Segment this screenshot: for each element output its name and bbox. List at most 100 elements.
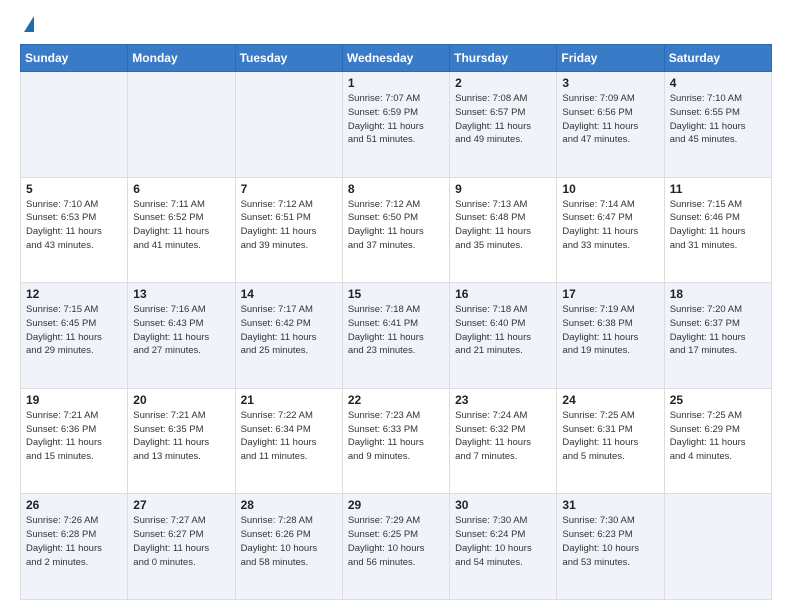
calendar-day-cell: 1Sunrise: 7:07 AM Sunset: 6:59 PM Daylig… (342, 72, 449, 178)
day-info: Sunrise: 7:21 AM Sunset: 6:35 PM Dayligh… (133, 409, 229, 464)
day-info: Sunrise: 7:09 AM Sunset: 6:56 PM Dayligh… (562, 92, 658, 147)
day-number: 9 (455, 182, 551, 196)
calendar-day-cell: 3 Sunrise: 7:09 AM Sunset: 6:56 PM Daylig… (557, 72, 664, 178)
calendar-day-cell: 23 Sunrise: 7:24 AM Sunset: 6:32 PM Dayli… (450, 388, 557, 494)
calendar-day-cell: 16Sunrise: 7:18 AM Sunset: 6:40 PM Dayli… (450, 283, 557, 389)
day-info: Sunrise: 7:25 AM Sunset: 6:29 PM Dayligh… (670, 409, 766, 464)
calendar-header-row: SundayMondayTuesdayWednesdayThursdayFrid… (21, 45, 772, 72)
calendar-week-row: 19Sunrise: 7:21 AM Sunset: 6:36 PM Dayli… (21, 388, 772, 494)
weekday-header-tuesday: Tuesday (235, 45, 342, 72)
day-info: Sunrise: 7:29 AM Sunset: 6:25 PM Dayligh… (348, 514, 444, 569)
day-number: 19 (26, 393, 122, 407)
calendar-table: SundayMondayTuesdayWednesdayThursdayFrid… (20, 44, 772, 600)
calendar-day-cell: 30 Sunrise: 7:30 AM Sunset: 6:24 PM Dayli… (450, 494, 557, 600)
day-info: Sunrise: 7:15 AM Sunset: 6:45 PM Dayligh… (26, 303, 122, 358)
calendar-day-cell: 7 Sunrise: 7:12 AM Sunset: 6:51 PM Daylig… (235, 177, 342, 283)
day-info: Sunrise: 7:30 AM Sunset: 6:24 PM Dayligh… (455, 514, 551, 569)
calendar-day-cell: 13Sunrise: 7:16 AM Sunset: 6:43 PM Dayli… (128, 283, 235, 389)
day-number: 20 (133, 393, 229, 407)
day-info: Sunrise: 7:15 AM Sunset: 6:46 PM Dayligh… (670, 198, 766, 253)
calendar-day-cell (21, 72, 128, 178)
calendar-week-row: 12 Sunrise: 7:15 AM Sunset: 6:45 PM Dayli… (21, 283, 772, 389)
day-number: 28 (241, 498, 337, 512)
day-number: 15 (348, 287, 444, 301)
day-number: 6 (133, 182, 229, 196)
day-info: Sunrise: 7:14 AM Sunset: 6:47 PM Dayligh… (562, 198, 658, 253)
day-info: Sunrise: 7:24 AM Sunset: 6:32 PM Dayligh… (455, 409, 551, 464)
day-number: 17 (562, 287, 658, 301)
weekday-header-saturday: Saturday (664, 45, 771, 72)
day-info: Sunrise: 7:12 AM Sunset: 6:50 PM Dayligh… (348, 198, 444, 253)
weekday-header-sunday: Sunday (21, 45, 128, 72)
day-info: Sunrise: 7:30 AM Sunset: 6:23 PM Dayligh… (562, 514, 658, 569)
day-number: 12 (26, 287, 122, 301)
calendar-day-cell: 5 Sunrise: 7:10 AM Sunset: 6:53 PM Daylig… (21, 177, 128, 283)
day-info: Sunrise: 7:08 AM Sunset: 6:57 PM Dayligh… (455, 92, 551, 147)
day-number: 25 (670, 393, 766, 407)
logo-triangle-icon (24, 16, 34, 32)
day-info: Sunrise: 7:18 AM Sunset: 6:41 PM Dayligh… (348, 303, 444, 358)
calendar-day-cell: 18 Sunrise: 7:20 AM Sunset: 6:37 PM Dayli… (664, 283, 771, 389)
day-info: Sunrise: 7:27 AM Sunset: 6:27 PM Dayligh… (133, 514, 229, 569)
calendar-day-cell: 19Sunrise: 7:21 AM Sunset: 6:36 PM Dayli… (21, 388, 128, 494)
day-info: Sunrise: 7:20 AM Sunset: 6:37 PM Dayligh… (670, 303, 766, 358)
day-number: 18 (670, 287, 766, 301)
calendar-day-cell: 17 Sunrise: 7:19 AM Sunset: 6:38 PM Dayli… (557, 283, 664, 389)
day-number: 8 (348, 182, 444, 196)
day-number: 5 (26, 182, 122, 196)
day-info: Sunrise: 7:12 AM Sunset: 6:51 PM Dayligh… (241, 198, 337, 253)
weekday-header-friday: Friday (557, 45, 664, 72)
day-number: 21 (241, 393, 337, 407)
day-number: 27 (133, 498, 229, 512)
weekday-header-monday: Monday (128, 45, 235, 72)
page-header (20, 16, 772, 34)
calendar-week-row: 26Sunrise: 7:26 AM Sunset: 6:28 PM Dayli… (21, 494, 772, 600)
calendar-week-row: 5 Sunrise: 7:10 AM Sunset: 6:53 PM Daylig… (21, 177, 772, 283)
calendar-day-cell: 12 Sunrise: 7:15 AM Sunset: 6:45 PM Dayli… (21, 283, 128, 389)
calendar-day-cell: 29Sunrise: 7:29 AM Sunset: 6:25 PM Dayli… (342, 494, 449, 600)
day-number: 2 (455, 76, 551, 90)
calendar-day-cell (664, 494, 771, 600)
day-info: Sunrise: 7:11 AM Sunset: 6:52 PM Dayligh… (133, 198, 229, 253)
day-number: 11 (670, 182, 766, 196)
day-info: Sunrise: 7:13 AM Sunset: 6:48 PM Dayligh… (455, 198, 551, 253)
calendar-day-cell: 10 Sunrise: 7:14 AM Sunset: 6:47 PM Dayli… (557, 177, 664, 283)
day-number: 3 (562, 76, 658, 90)
day-number: 22 (348, 393, 444, 407)
logo (20, 16, 34, 34)
calendar-day-cell: 11 Sunrise: 7:15 AM Sunset: 6:46 PM Dayli… (664, 177, 771, 283)
calendar-day-cell (128, 72, 235, 178)
calendar-day-cell: 21Sunrise: 7:22 AM Sunset: 6:34 PM Dayli… (235, 388, 342, 494)
calendar-day-cell: 25 Sunrise: 7:25 AM Sunset: 6:29 PM Dayli… (664, 388, 771, 494)
calendar-day-cell: 27 Sunrise: 7:27 AM Sunset: 6:27 PM Dayli… (128, 494, 235, 600)
day-number: 1 (348, 76, 444, 90)
day-number: 31 (562, 498, 658, 512)
calendar-day-cell: 26Sunrise: 7:26 AM Sunset: 6:28 PM Dayli… (21, 494, 128, 600)
day-info: Sunrise: 7:18 AM Sunset: 6:40 PM Dayligh… (455, 303, 551, 358)
calendar-day-cell: 9 Sunrise: 7:13 AM Sunset: 6:48 PM Daylig… (450, 177, 557, 283)
day-info: Sunrise: 7:10 AM Sunset: 6:53 PM Dayligh… (26, 198, 122, 253)
day-number: 10 (562, 182, 658, 196)
calendar-day-cell: 8 Sunrise: 7:12 AM Sunset: 6:50 PM Daylig… (342, 177, 449, 283)
calendar-day-cell (235, 72, 342, 178)
calendar-day-cell: 15 Sunrise: 7:18 AM Sunset: 6:41 PM Dayli… (342, 283, 449, 389)
weekday-header-wednesday: Wednesday (342, 45, 449, 72)
day-info: Sunrise: 7:17 AM Sunset: 6:42 PM Dayligh… (241, 303, 337, 358)
day-info: Sunrise: 7:19 AM Sunset: 6:38 PM Dayligh… (562, 303, 658, 358)
day-info: Sunrise: 7:10 AM Sunset: 6:55 PM Dayligh… (670, 92, 766, 147)
day-info: Sunrise: 7:28 AM Sunset: 6:26 PM Dayligh… (241, 514, 337, 569)
calendar-day-cell: 14 Sunrise: 7:17 AM Sunset: 6:42 PM Dayli… (235, 283, 342, 389)
day-info: Sunrise: 7:25 AM Sunset: 6:31 PM Dayligh… (562, 409, 658, 464)
day-number: 24 (562, 393, 658, 407)
weekday-header-thursday: Thursday (450, 45, 557, 72)
day-info: Sunrise: 7:16 AM Sunset: 6:43 PM Dayligh… (133, 303, 229, 358)
calendar-day-cell: 24 Sunrise: 7:25 AM Sunset: 6:31 PM Dayli… (557, 388, 664, 494)
day-number: 30 (455, 498, 551, 512)
day-number: 4 (670, 76, 766, 90)
calendar-day-cell: 4 Sunrise: 7:10 AM Sunset: 6:55 PM Daylig… (664, 72, 771, 178)
day-number: 23 (455, 393, 551, 407)
day-number: 14 (241, 287, 337, 301)
day-number: 7 (241, 182, 337, 196)
day-number: 26 (26, 498, 122, 512)
calendar-day-cell: 6 Sunrise: 7:11 AM Sunset: 6:52 PM Daylig… (128, 177, 235, 283)
